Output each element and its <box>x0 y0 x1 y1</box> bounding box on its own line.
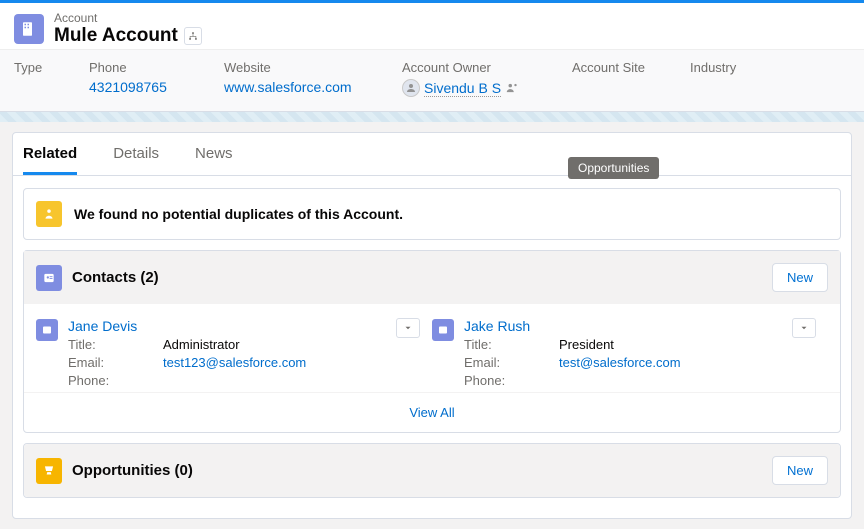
type-label: Type <box>14 60 89 75</box>
contact-email-link[interactable]: test123@salesforce.com <box>163 355 306 370</box>
owner-label: Account Owner <box>402 60 572 75</box>
duplicates-message: We found no potential duplicates of this… <box>74 206 403 222</box>
contact-actions-button[interactable] <box>792 318 816 338</box>
owner-link[interactable]: Sivendu B S <box>424 80 501 97</box>
contact-email-label: Email: <box>464 355 559 370</box>
contact-icon <box>432 319 454 341</box>
tab-details[interactable]: Details <box>113 145 159 175</box>
hierarchy-button[interactable] <box>184 27 202 45</box>
phone-label: Phone <box>89 60 224 75</box>
new-opportunity-button[interactable]: New <box>772 456 828 485</box>
contact-icon <box>36 319 58 341</box>
change-owner-icon[interactable] <box>505 81 519 95</box>
contact-email-label: Email: <box>68 355 163 370</box>
contact-title-value: President <box>559 337 614 352</box>
phone-link[interactable]: 4321098765 <box>89 79 224 95</box>
opportunities-related-card: Opportunities (0) New <box>23 443 841 498</box>
contact-tile: Jake Rush Title:President Email:test@sal… <box>432 318 828 388</box>
opportunities-icon <box>36 458 62 484</box>
owner-avatar-icon <box>402 79 420 97</box>
duplicate-icon <box>36 201 62 227</box>
contact-name-link[interactable]: Jake Rush <box>464 318 530 334</box>
contact-title-label: Title: <box>68 337 163 352</box>
contact-name-link[interactable]: Jane Devis <box>68 318 137 334</box>
object-label: Account <box>54 11 202 25</box>
opportunities-title[interactable]: Opportunities (0) <box>72 462 193 479</box>
opportunities-tooltip: Opportunities <box>568 157 659 179</box>
site-label: Account Site <box>572 60 690 75</box>
record-header: Account Mule Account Type Phone 43210987… <box>0 3 864 112</box>
account-icon <box>14 14 44 44</box>
contact-phone-label: Phone: <box>68 373 163 388</box>
contacts-view-all-link[interactable]: View All <box>24 392 840 432</box>
contact-actions-button[interactable] <box>396 318 420 338</box>
contact-phone-label: Phone: <box>464 373 559 388</box>
contacts-icon <box>36 265 62 291</box>
contact-title-value: Administrator <box>163 337 240 352</box>
tab-news[interactable]: News <box>195 145 233 175</box>
website-label: Website <box>224 60 402 75</box>
contacts-title[interactable]: Contacts (2) <box>72 269 159 286</box>
contact-tile: Jane Devis Title:Administrator Email:tes… <box>36 318 432 388</box>
industry-label: Industry <box>690 60 790 75</box>
duplicates-box[interactable]: We found no potential duplicates of this… <box>23 188 841 240</box>
highlights-panel: Type Phone 4321098765 Website www.salesf… <box>0 49 864 111</box>
tab-bar: Related Details News Opportunities <box>13 133 851 176</box>
contact-title-label: Title: <box>464 337 559 352</box>
contact-email-link[interactable]: test@salesforce.com <box>559 355 681 370</box>
website-link[interactable]: www.salesforce.com <box>224 79 402 95</box>
record-name: Mule Account <box>54 25 178 47</box>
contacts-related-card: Contacts (2) New Jane Devis Title:Admini… <box>23 250 841 433</box>
new-contact-button[interactable]: New <box>772 263 828 292</box>
tab-related[interactable]: Related <box>23 145 77 175</box>
